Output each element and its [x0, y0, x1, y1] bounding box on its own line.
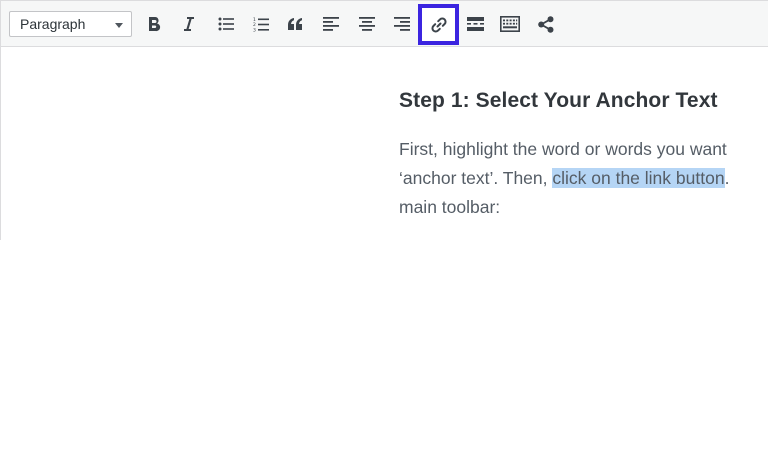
numbered-list-icon: 123	[253, 17, 269, 32]
selected-text[interactable]: click on the link button	[552, 168, 725, 188]
align-center-button[interactable]	[352, 9, 382, 39]
paragraph-text: .	[724, 168, 730, 188]
bulleted-list-button[interactable]	[211, 9, 241, 39]
caret-down-icon	[113, 18, 125, 30]
bold-button[interactable]	[139, 9, 169, 39]
italic-icon	[181, 16, 195, 32]
link-icon	[430, 16, 448, 34]
blockquote-icon	[287, 18, 303, 30]
format-select[interactable]: Paragraph	[9, 11, 132, 37]
read-more-button[interactable]	[460, 9, 490, 39]
italic-button[interactable]	[173, 9, 203, 39]
classic-editor: Paragraph 1 2 3 Step 1: Select Your Anch…	[0, 0, 768, 240]
bulleted-list-icon	[218, 17, 234, 31]
blockquote-button[interactable]	[280, 9, 310, 39]
align-left-button[interactable]	[316, 9, 346, 39]
instruction-paragraph: First, highlight the word or words you w…	[399, 135, 768, 222]
editor-toolbar: Paragraph 1 2 3	[1, 1, 768, 47]
keyboard-icon	[500, 16, 520, 32]
editor-content[interactable]: Step 1: Select Your Anchor Text First, h…	[399, 89, 768, 222]
numbered-list-button[interactable]: 123	[246, 9, 276, 39]
paragraph-line-2: ‘anchor text’. Then, click on the link b…	[399, 164, 768, 193]
paragraph-line-3: main toolbar:	[399, 197, 501, 217]
insert-link-button[interactable]	[418, 4, 459, 45]
svg-text:3: 3	[253, 27, 256, 32]
toolbar-toggle-button[interactable]	[495, 9, 525, 39]
bold-icon	[147, 16, 161, 32]
align-right-icon	[394, 17, 410, 31]
paragraph-text: ‘anchor text’. Then,	[399, 168, 553, 188]
svg-text:2: 2	[253, 22, 256, 28]
share-button[interactable]	[531, 9, 561, 39]
format-select-value: Paragraph	[20, 16, 86, 32]
share-icon	[538, 15, 554, 33]
align-right-button[interactable]	[387, 9, 417, 39]
read-more-icon	[466, 17, 484, 31]
page: Paragraph 1 2 3 Step 1: Select Your Anch…	[0, 0, 768, 450]
step-heading: Step 1: Select Your Anchor Text	[399, 89, 718, 112]
align-center-icon	[359, 17, 375, 31]
paragraph-line-1: First, highlight the word or words you w…	[399, 139, 727, 159]
align-left-icon	[323, 17, 339, 31]
